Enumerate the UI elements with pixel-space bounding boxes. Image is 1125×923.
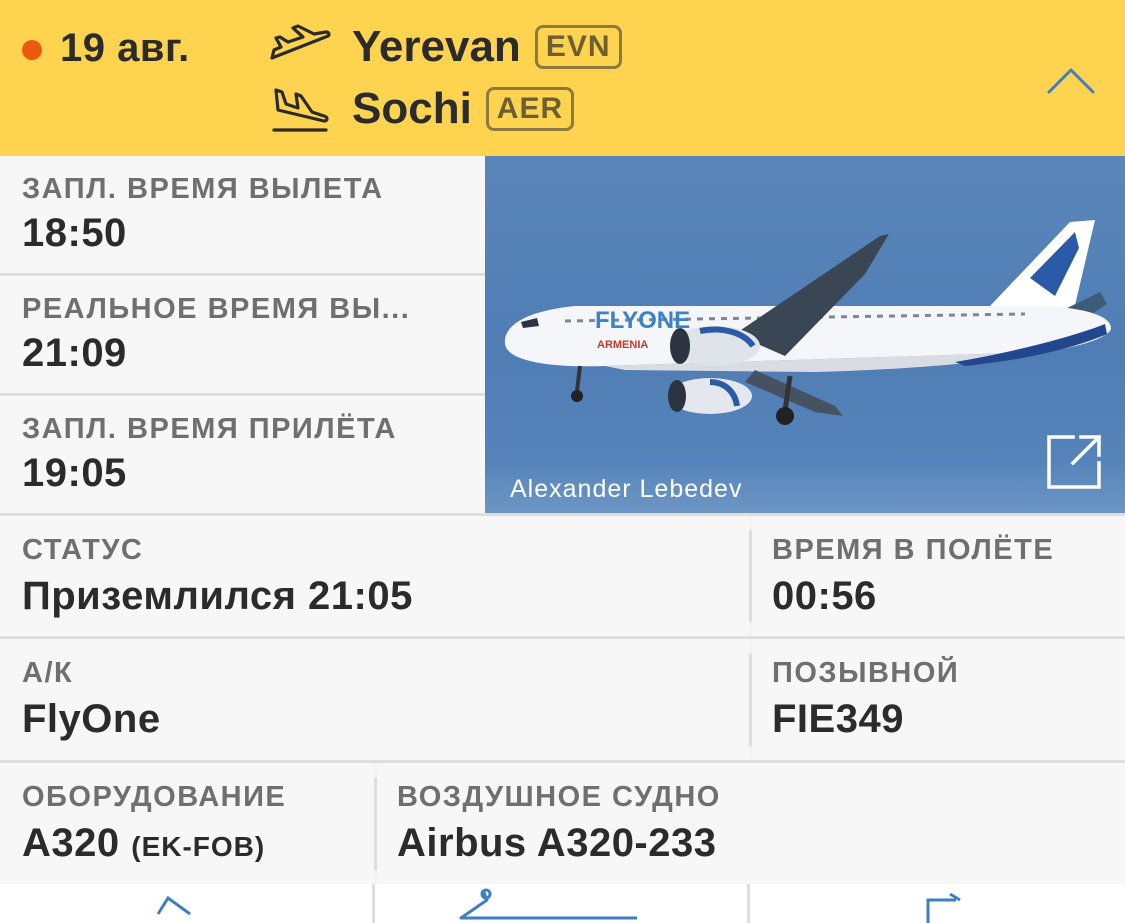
flight-time-value: 00:56 xyxy=(772,574,877,618)
takeoff-icon xyxy=(270,24,331,60)
aircraft-label: ВОЗДУШНОЕ СУДНО xyxy=(397,781,721,813)
departure-code: EVN xyxy=(534,25,622,69)
sched-departure-label: ЗАПЛ. ВРЕМЯ ВЫЛЕТА xyxy=(22,173,384,205)
sched-arrival-value: 19:05 xyxy=(22,451,127,495)
arrival-row: Sochi AER xyxy=(268,84,575,134)
flight-time-label: ВРЕМЯ В ПОЛЁТЕ xyxy=(772,534,1055,566)
flight-time-cell: ВРЕМЯ В ПОЛЁТЕ 00:56 xyxy=(752,516,1125,636)
aircraft-photo[interactable]: FLYONE ARMENIA Alexander Lebedev xyxy=(485,156,1125,516)
actual-departure-value: 21:09 xyxy=(22,331,127,375)
departure-row: Yerevan EVN xyxy=(268,22,622,72)
arrival-code: AER xyxy=(485,87,575,131)
svg-text:ARMENIA: ARMENIA xyxy=(597,339,648,351)
route-icon xyxy=(156,895,191,916)
route-button[interactable] xyxy=(0,884,372,923)
status-label: СТАТУС xyxy=(22,534,144,566)
airline-label: А/К xyxy=(22,657,74,689)
bottom-toolbar xyxy=(0,884,1125,923)
aircraft-icon xyxy=(459,888,637,920)
chevron-up-icon[interactable] xyxy=(1046,64,1096,96)
share-icon xyxy=(926,892,961,923)
sched-departure-value: 18:50 xyxy=(22,211,127,255)
equipment-cell: ОБОРУДОВАНИЕ A320 (EK-FOB) xyxy=(0,763,374,884)
airline-cell[interactable]: А/К FlyOne xyxy=(0,639,749,760)
actual-departure-cell: РЕАЛЬНОЕ ВРЕМЯ ВЫ... 21:09 xyxy=(0,276,485,393)
callsign-value: FIE349 xyxy=(772,697,904,741)
aircraft-cell[interactable]: ВОЗДУШНОЕ СУДНО Airbus A320-233 xyxy=(377,763,1125,884)
aircraft-value: Airbus A320-233 xyxy=(397,821,717,865)
sched-arrival-cell: ЗАПЛ. ВРЕМЯ ПРИЛЁТА 19:05 xyxy=(0,396,485,513)
equipment-value: A320 (EK-FOB) xyxy=(22,821,265,866)
flight-date: 19 авг. xyxy=(60,26,190,70)
equipment-registration: (EK-FOB) xyxy=(131,831,266,862)
callsign-cell: ПОЗЫВНОЙ FIE349 xyxy=(752,639,1125,760)
status-value: Приземлился 21:05 xyxy=(22,574,413,618)
share-button[interactable] xyxy=(750,884,1125,923)
status-dot xyxy=(22,40,42,60)
departure-city: Yerevan xyxy=(352,22,521,71)
sched-departure-cell: ЗАПЛ. ВРЕМЯ ВЫЛЕТА 18:50 xyxy=(0,156,485,273)
airline-value: FlyOne xyxy=(22,697,161,741)
equipment-label: ОБОРУДОВАНИЕ xyxy=(22,781,287,813)
photo-credit: Alexander Lebedev xyxy=(510,475,743,503)
equipment-type: A320 xyxy=(22,821,120,865)
flight-header[interactable]: 19 авг. Yerevan EVN Sochi AER xyxy=(0,0,1125,156)
status-cell: СТАТУС Приземлился 21:05 xyxy=(0,516,749,636)
aircraft-button[interactable] xyxy=(375,884,747,923)
arrival-city: Sochi xyxy=(352,84,472,133)
actual-departure-label: РЕАЛЬНОЕ ВРЕМЯ ВЫ... xyxy=(22,293,411,325)
external-link-icon[interactable] xyxy=(1045,433,1103,491)
landing-icon xyxy=(272,88,329,132)
sched-arrival-label: ЗАПЛ. ВРЕМЯ ПРИЛЁТА xyxy=(22,413,397,445)
callsign-label: ПОЗЫВНОЙ xyxy=(772,657,960,689)
